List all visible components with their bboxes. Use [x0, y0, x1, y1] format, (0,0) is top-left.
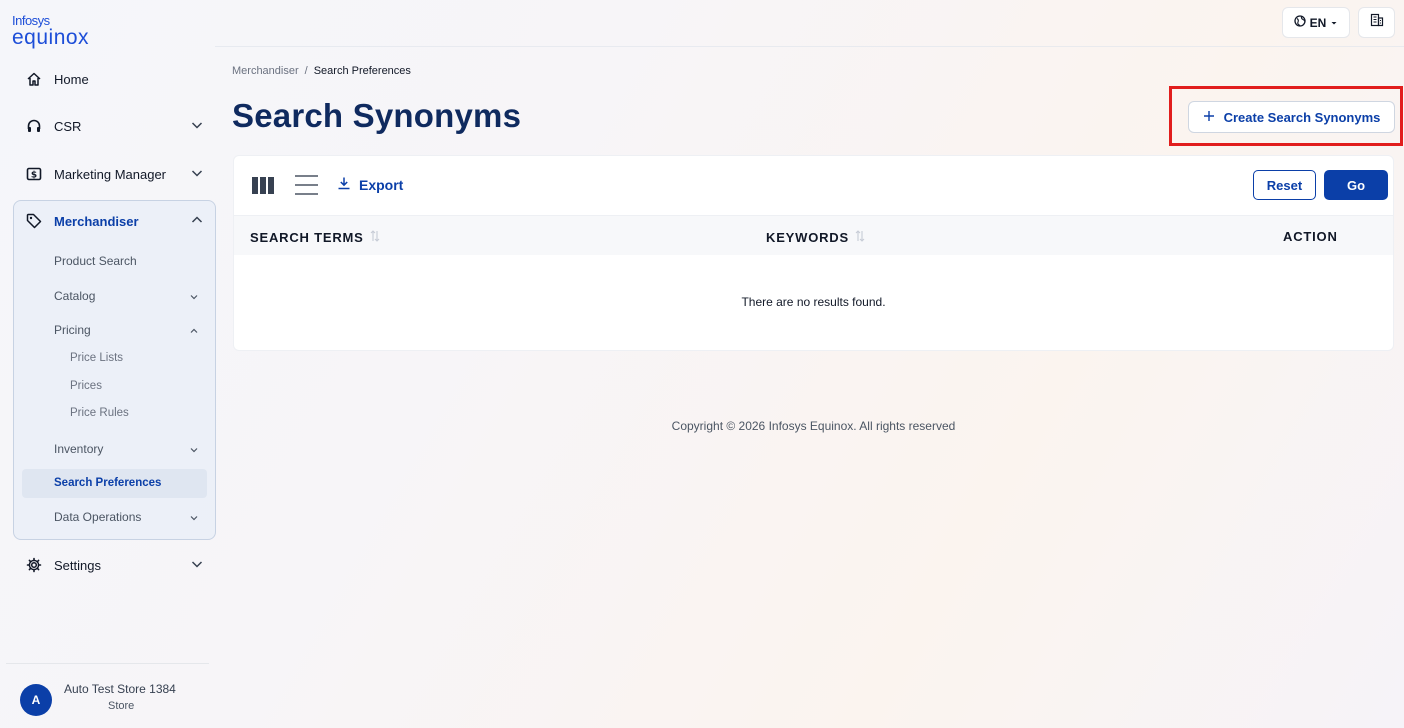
topbar-divider: [215, 46, 1404, 47]
sub-item-prices[interactable]: Prices: [70, 374, 102, 398]
chevron-down-icon: [189, 444, 199, 458]
nav-label-merchandiser: Merchandiser: [54, 213, 139, 229]
list-view-icon[interactable]: [295, 174, 318, 201]
svg-text:$: $: [31, 171, 37, 181]
sort-icon: [855, 229, 865, 246]
caret-down-icon: [1330, 16, 1338, 30]
sub-item-data-operations[interactable]: Data Operations: [54, 503, 205, 531]
sub-label-data-operations: Data Operations: [54, 510, 142, 524]
nav-label-marketing: Marketing Manager: [54, 166, 166, 182]
sub-item-price-lists[interactable]: Price Lists: [70, 346, 123, 370]
globe-icon: [1294, 15, 1306, 30]
sub-label-product-search: Product Search: [54, 254, 137, 268]
breadcrumb: Merchandiser / Search Preferences: [232, 65, 411, 77]
organization-button[interactable]: [1358, 7, 1395, 38]
table-toolbar: Export Reset Go: [234, 156, 1393, 215]
language-selector[interactable]: EN: [1282, 7, 1350, 38]
column-header-search-terms[interactable]: SEARCH TERMS: [250, 229, 380, 246]
create-button-label: Create Search Synonyms: [1223, 109, 1381, 125]
user-profile[interactable]: A Auto Test Store 1384 Store: [20, 682, 210, 718]
sub-item-search-preferences[interactable]: Search Preferences: [54, 469, 219, 497]
sub-label-prices: Prices: [70, 380, 102, 392]
plus-icon: [1203, 110, 1215, 125]
export-label: Export: [359, 176, 404, 193]
empty-state-message: There are no results found.: [741, 295, 886, 309]
gear-icon: [24, 557, 44, 573]
chevron-down-icon: [191, 167, 203, 182]
nav-item-merchandiser[interactable]: Merchandiser: [14, 203, 215, 239]
nav-label-home: Home: [54, 71, 89, 87]
sidebar: Infosys equinox Home CSR $ Marketing Man…: [0, 0, 216, 728]
column-header-action: ACTION: [1283, 229, 1338, 244]
dollar-bill-icon: $: [24, 167, 44, 181]
sub-item-inventory[interactable]: Inventory: [54, 435, 205, 463]
nav-item-marketing-manager[interactable]: $ Marketing Manager: [14, 156, 215, 192]
nav-item-csr[interactable]: CSR: [14, 108, 215, 144]
breadcrumb-parent[interactable]: Merchandiser: [232, 65, 299, 77]
sub-item-product-search[interactable]: Product Search: [54, 247, 219, 275]
sort-icon: [370, 229, 380, 246]
sub-item-price-rules[interactable]: Price Rules: [70, 401, 129, 425]
page-title: Search Synonyms: [232, 97, 522, 134]
building-icon: [1370, 13, 1384, 32]
nav-label-csr: CSR: [54, 118, 82, 134]
export-button[interactable]: Export: [337, 176, 403, 193]
chevron-down-icon: [189, 512, 199, 526]
breadcrumb-current: Search Preferences: [313, 65, 411, 77]
chevron-down-icon: [191, 119, 203, 134]
sub-item-catalog[interactable]: Catalog: [54, 282, 205, 310]
breadcrumb-separator: /: [304, 65, 308, 77]
chevron-up-icon: [189, 325, 199, 339]
footer-copyright: Copyright © 2026 Infosys Equinox. All ri…: [671, 419, 956, 433]
sub-label-inventory: Inventory: [54, 442, 104, 456]
sub-label-price-lists: Price Lists: [70, 352, 124, 364]
nav-item-home[interactable]: Home: [14, 61, 215, 97]
tag-icon: [24, 213, 44, 229]
sub-label-search-preferences: Search Preferences: [54, 477, 162, 489]
headset-icon: [24, 118, 44, 134]
sub-item-pricing[interactable]: Pricing: [54, 316, 205, 344]
nav-item-settings[interactable]: Settings: [14, 547, 215, 583]
table-header: SEARCH TERMS KEYWORDS ACTION: [234, 215, 1393, 255]
logo-line2: equinox: [12, 26, 90, 49]
column-view-icon[interactable]: [252, 177, 274, 199]
chevron-down-icon: [189, 291, 199, 305]
sub-label-pricing: Pricing: [54, 323, 91, 337]
go-button[interactable]: Go: [1324, 170, 1388, 200]
sub-label-price-rules: Price Rules: [70, 407, 129, 419]
avatar: A: [20, 684, 52, 716]
infosys-equinox-logo[interactable]: Infosys equinox: [12, 14, 90, 49]
results-card: Export Reset Go SEARCH TERMS KEYWORDS AC…: [233, 155, 1394, 351]
chevron-down-icon: [191, 558, 203, 573]
column-header-keywords[interactable]: KEYWORDS: [766, 229, 865, 246]
column-label-search-terms: SEARCH TERMS: [250, 230, 364, 245]
create-search-synonyms-button[interactable]: Create Search Synonyms: [1188, 101, 1395, 133]
download-icon: [337, 176, 351, 193]
column-label-keywords: KEYWORDS: [766, 230, 849, 245]
language-label: EN: [1309, 15, 1327, 30]
chevron-up-icon: [191, 214, 203, 229]
reset-button[interactable]: Reset: [1253, 170, 1316, 200]
user-role: Store: [108, 700, 135, 712]
home-icon: [24, 71, 44, 87]
column-label-action: ACTION: [1283, 229, 1338, 244]
user-name: Auto Test Store 1384: [64, 682, 176, 696]
nav-label-settings: Settings: [54, 557, 101, 573]
sub-label-catalog: Catalog: [54, 289, 96, 303]
sidebar-divider: [6, 663, 209, 664]
